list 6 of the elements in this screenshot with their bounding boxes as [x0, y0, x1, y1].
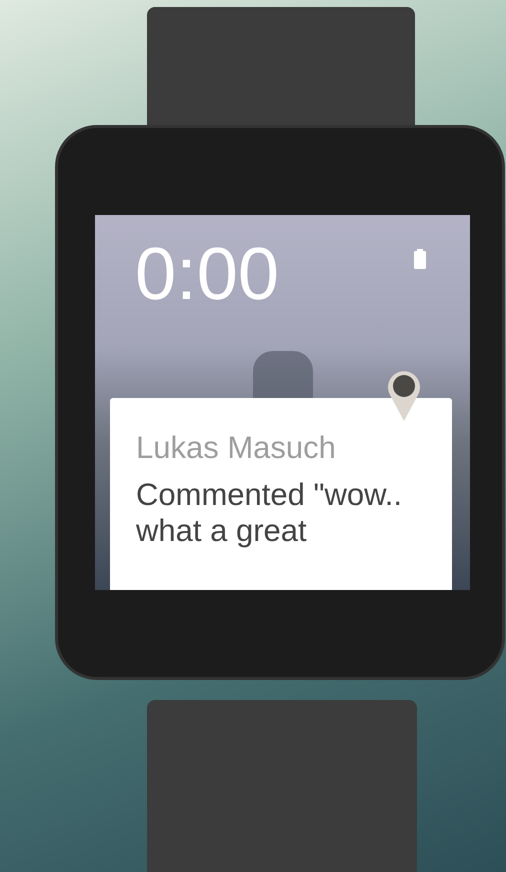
map-pin-icon — [387, 370, 421, 422]
clock-time: 0:00 — [135, 237, 280, 311]
sender-name: Lukas Masuch — [136, 432, 337, 463]
battery-icon — [414, 249, 426, 269]
message-text: Commented "wow.. what a great — [136, 477, 403, 549]
photo-placeholder — [252, 351, 312, 401]
